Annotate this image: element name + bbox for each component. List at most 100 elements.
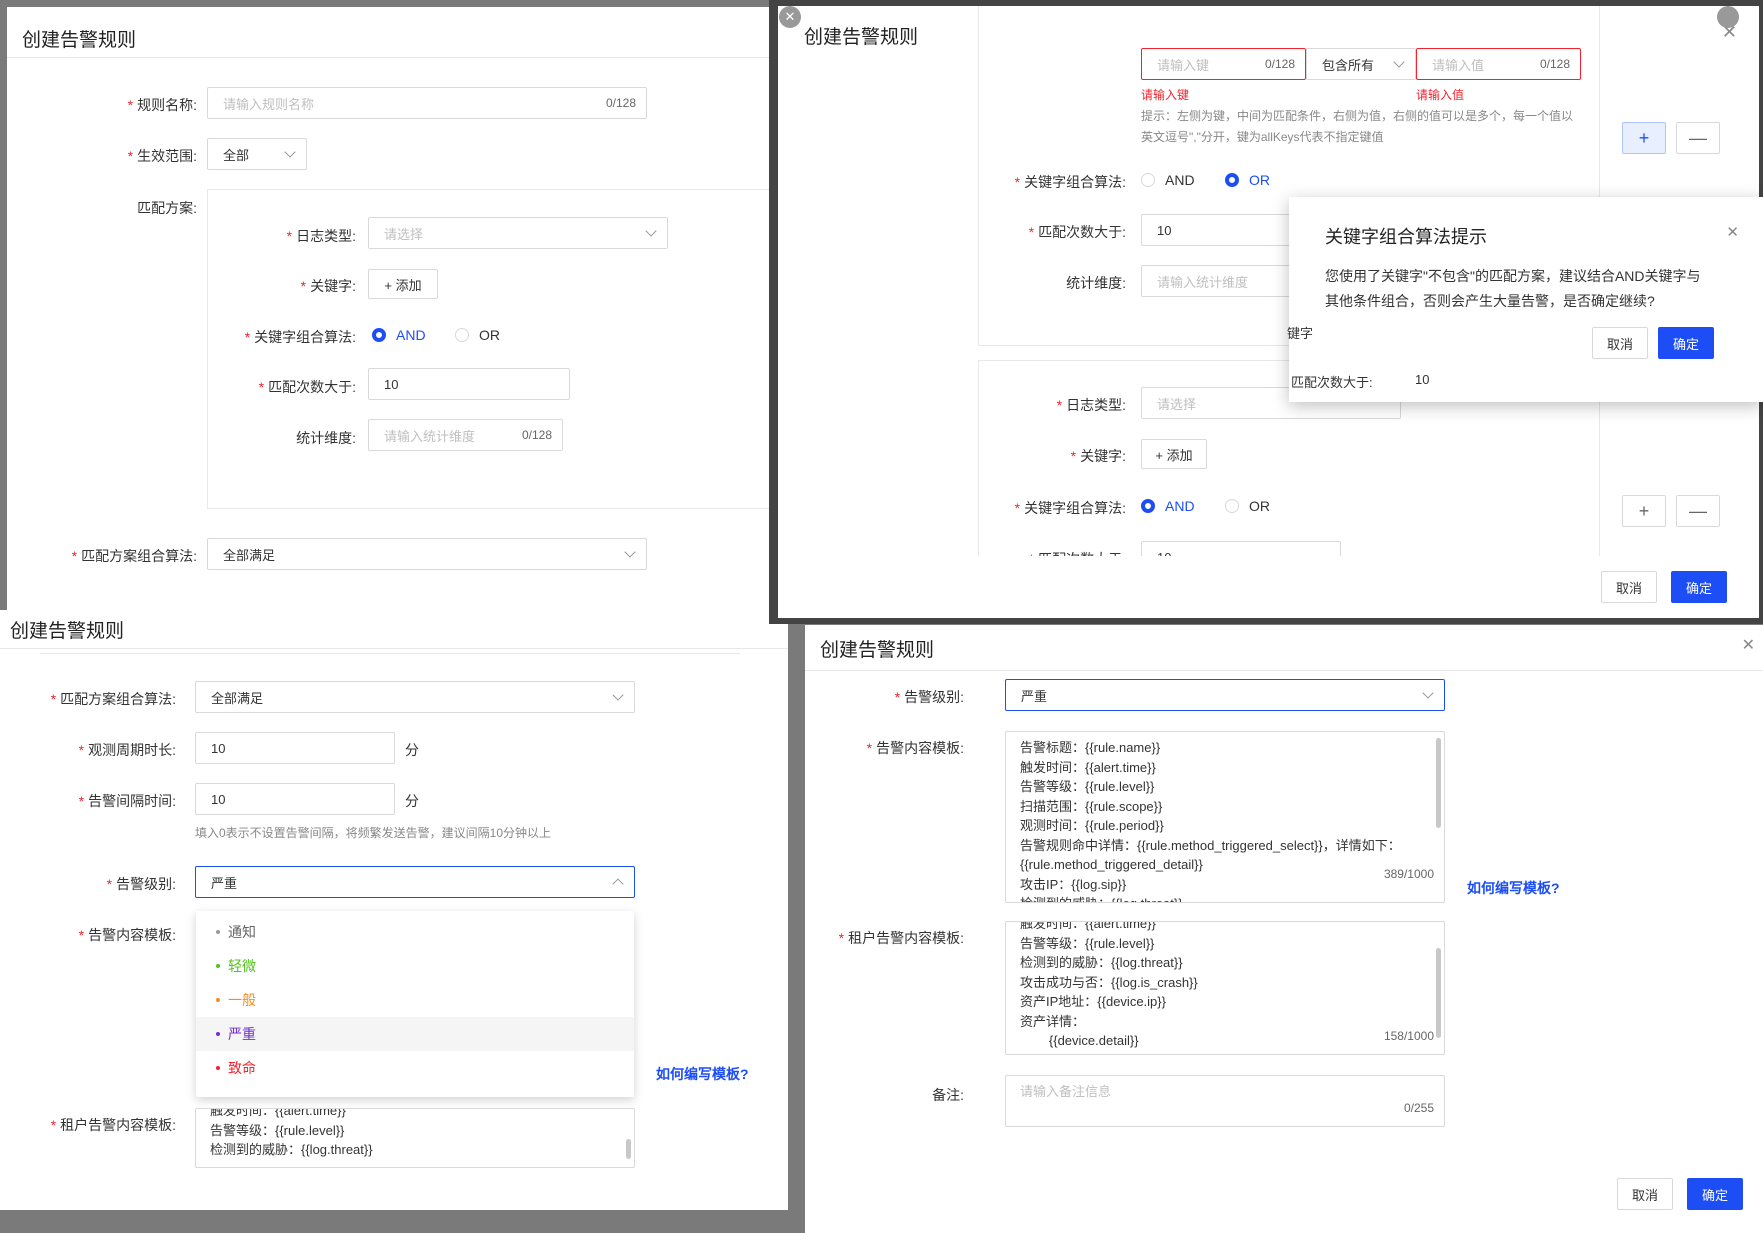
chevron-down-icon	[645, 225, 657, 237]
remark-textarea[interactable]: 请输入备注信息 0/255	[1005, 1075, 1445, 1127]
template-line: 检测到的威胁：{{log.threat}}	[210, 1142, 373, 1157]
contains-select[interactable]: 包含所有	[1306, 48, 1416, 80]
popup-cancel-button[interactable]: 取消	[1592, 327, 1648, 359]
keyword-hint-line2: 英文逗号","分开，键为allKeys代表不指定键值	[1141, 130, 1384, 144]
tenant-template-textarea[interactable]: 触发时间：{{alert.time}} 告警等级：{{rule.level}} 检测…	[1005, 921, 1445, 1055]
bullet-dot-icon	[216, 964, 220, 968]
add-keyword-button[interactable]: + 添加	[1141, 439, 1207, 469]
radio-and[interactable]: AND	[372, 327, 426, 343]
radio-or[interactable]: OR	[1225, 172, 1270, 188]
template-line: 检测到的威胁：{{log.threat}}	[1020, 894, 1430, 902]
how-to-write-template-link[interactable]: 如何编写模板?	[656, 1064, 749, 1084]
log-type-select[interactable]: 请选择	[368, 217, 668, 249]
level-option-label: 通知	[228, 924, 256, 940]
how-to-write-template-link[interactable]: 如何编写模板?	[1467, 878, 1560, 898]
value-error: 请输入值	[1416, 88, 1465, 102]
radio-and-2[interactable]: AND	[1141, 498, 1195, 514]
popup-behind-count-value: 10	[1415, 372, 1430, 387]
period-label: * 观测周期时长:	[78, 742, 176, 758]
remove-group-button-2[interactable]: —	[1676, 495, 1720, 527]
level-label: * 告警级别:	[894, 689, 964, 705]
content-count: 389/1000	[1383, 864, 1434, 884]
value-input[interactable]: 请输入值 0/128	[1416, 48, 1581, 80]
algo-label: * 关键字组合算法:	[1014, 174, 1126, 190]
stat-input[interactable]: 请输入统计维度 0/128	[368, 419, 563, 451]
combo-select[interactable]: 全部满足	[195, 681, 635, 713]
chevron-down-icon	[612, 689, 624, 701]
tenant-count: 158/1000	[1383, 1026, 1434, 1046]
interval-help: 填入0表示不设置告警间隔，将频繁发送告警，建议间隔10分钟以上	[195, 826, 552, 840]
level-option[interactable]: 致命	[196, 1051, 634, 1085]
pin-circle-icon[interactable]	[1717, 6, 1739, 28]
template-line: 触发时间：{{alert.time}}	[1020, 921, 1156, 931]
scope-label: * 生效范围:	[127, 148, 197, 164]
cancel-button[interactable]: 取消	[1617, 1178, 1673, 1210]
template-line: 检测到的威胁：{{log.threat}}	[1020, 955, 1183, 970]
dialog-title: 创建告警规则	[10, 621, 125, 642]
ok-button[interactable]: 确定	[1687, 1178, 1743, 1210]
algo2-label: * 关键字组合算法:	[1014, 500, 1126, 516]
template-line: 攻击成功与否：{{log.is_crash}}	[1020, 974, 1198, 990]
close-icon[interactable]: ✕	[1726, 223, 1739, 241]
tenant-template-textarea[interactable]: 触发时间：{{alert.time}} 告警等级：{{rule.level}} 检测…	[195, 1108, 635, 1168]
template-line: 攻击IP：{{log.sip}}	[1020, 876, 1127, 892]
combo-label: * 匹配方案组合算法:	[50, 691, 176, 707]
level-option[interactable]: 轻微	[196, 949, 634, 983]
chevron-up-icon	[612, 878, 624, 890]
radio-checked-icon	[1141, 499, 1155, 513]
scrollbar[interactable]	[626, 1139, 631, 1159]
radio-unchecked-icon	[1141, 173, 1155, 187]
count-label: * 匹配次数大于:	[258, 379, 356, 395]
level-option-label: 严重	[228, 1026, 256, 1042]
remove-group-button[interactable]: —	[1676, 122, 1720, 154]
bullet-dot-icon	[216, 998, 220, 1002]
key-input[interactable]: 请输入键 0/128	[1141, 48, 1306, 80]
combo-select[interactable]: 全部满足	[207, 538, 647, 570]
add-keyword-button[interactable]: + 添加	[368, 269, 438, 299]
level-option[interactable]: 一般	[196, 983, 634, 1017]
period-input[interactable]: 10	[195, 732, 395, 764]
template-line: 观测时间：{{rule.period}}	[1020, 818, 1164, 833]
scrollbar[interactable]	[1436, 738, 1441, 828]
count-input[interactable]: 10	[368, 368, 570, 400]
ok-button[interactable]: 确定	[1671, 571, 1727, 603]
template-line: 告警等级：{{rule.level}}	[210, 1122, 345, 1138]
keyword-label: * 关键字:	[1070, 448, 1126, 464]
interval-input[interactable]: 10	[195, 783, 395, 815]
tenant-label: * 租户告警内容模板:	[838, 930, 964, 946]
rule-name-input[interactable]: 请输入规则名称 0/128	[207, 87, 647, 119]
key-error: 请输入键	[1141, 88, 1190, 102]
dialog-create-rule-template: 创建告警规则 ✕ * 告警级别: 严重 * 告警内容模板: 告警标题：{{rule.…	[805, 625, 1763, 1233]
scope-select[interactable]: 全部	[207, 138, 307, 170]
bullet-dot-icon	[216, 1032, 220, 1036]
close-icon[interactable]: ✕	[1742, 635, 1755, 655]
content-template-textarea[interactable]: 告警标题：{{rule.name}} 触发时间：{{alert.time}} 告警等…	[1005, 731, 1445, 903]
remark-count: 0/255	[1403, 1098, 1434, 1118]
radio-unchecked-icon	[1225, 499, 1239, 513]
level-option[interactable]: 通知	[196, 915, 634, 949]
keyword-algo-confirm-popup: 键字 关键字组合算法提示 ✕ 您使用了关键字"不包含"的匹配方案，建议结合AND…	[1287, 197, 1763, 402]
chevron-down-icon	[1393, 56, 1405, 68]
period-unit: 分	[405, 742, 419, 758]
content-label: * 告警内容模板:	[78, 927, 176, 943]
radio-and[interactable]: AND	[1141, 172, 1195, 188]
section-divider	[40, 653, 740, 654]
tenant-label: * 租户告警内容模板:	[50, 1117, 176, 1133]
radio-or[interactable]: OR	[455, 327, 500, 343]
cancel-button[interactable]: 取消	[1601, 571, 1657, 603]
popup-ok-button[interactable]: 确定	[1658, 327, 1714, 359]
level-select[interactable]: 严重	[195, 866, 635, 898]
dialog-title: 创建告警规则	[820, 640, 935, 661]
popup-behind-count-label: 匹配次数大于:	[1291, 375, 1373, 390]
scrollbar[interactable]	[1436, 948, 1441, 1038]
radio-or-2[interactable]: OR	[1225, 498, 1270, 514]
close-circle-icon[interactable]: ✕	[779, 6, 801, 28]
add-group-button[interactable]: +	[1622, 122, 1666, 154]
level-select[interactable]: 严重	[1005, 679, 1445, 711]
bullet-dot-icon	[216, 930, 220, 934]
level-option-label: 轻微	[228, 958, 256, 974]
level-option[interactable]: 严重	[196, 1017, 634, 1051]
template-line: 告警标题：{{rule.name}}	[1020, 740, 1161, 755]
combo-label: * 匹配方案组合算法:	[71, 548, 197, 564]
add-group-button-2[interactable]: +	[1622, 495, 1666, 527]
